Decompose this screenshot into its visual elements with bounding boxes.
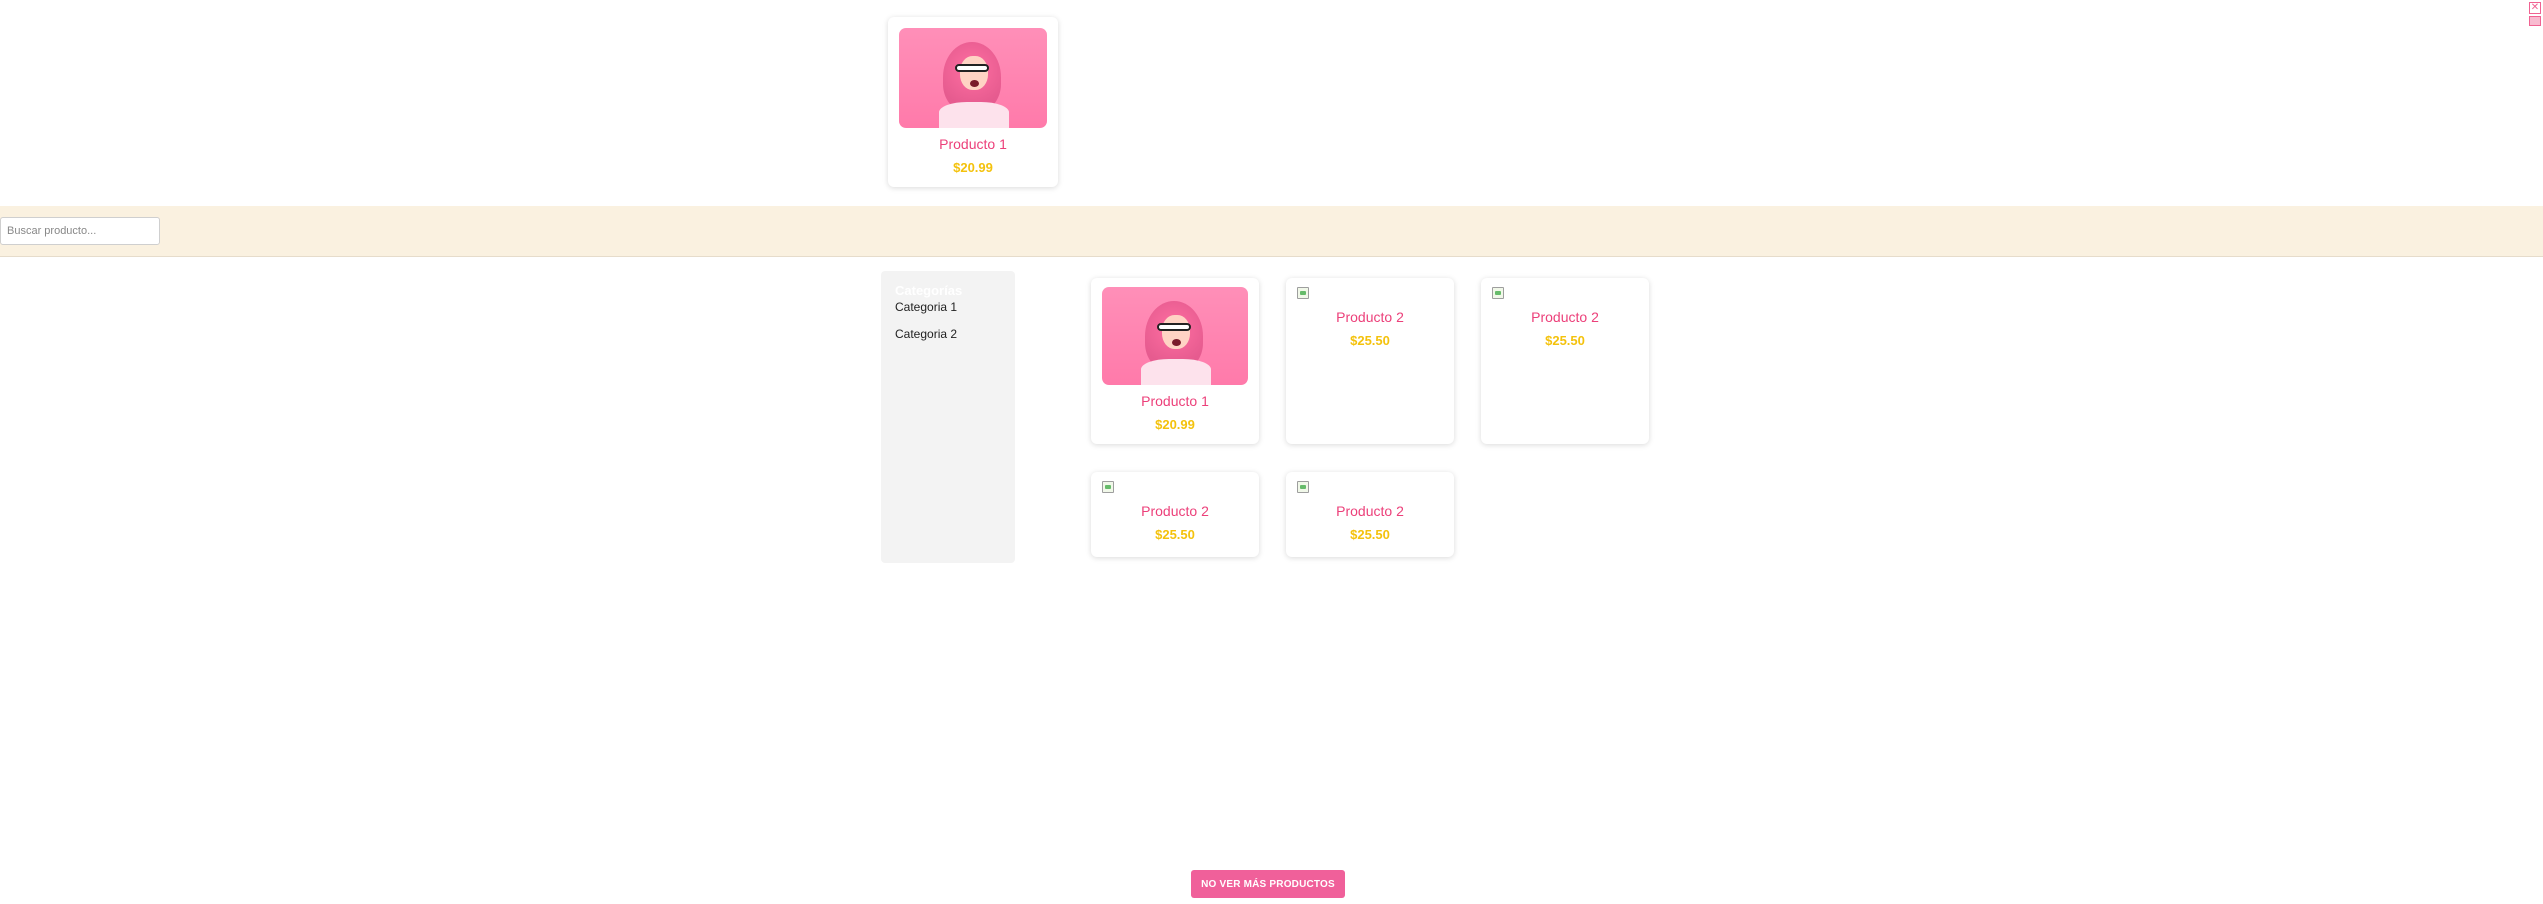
- badge-icon: [2529, 16, 2541, 26]
- product-price: $25.50: [1350, 527, 1390, 542]
- broken-image-icon: [1102, 481, 1114, 493]
- search-bar: [0, 206, 2543, 257]
- sidebar-item-categoria-2[interactable]: Categoria 2: [895, 327, 1001, 341]
- categories-sidebar: Categorías Categoria 1 Categoria 2: [881, 271, 1015, 563]
- sidebar-title: Categorías: [895, 283, 963, 298]
- broken-image-icon: [1297, 287, 1309, 299]
- product-card[interactable]: Producto 2 $25.50: [1091, 472, 1259, 557]
- product-name: Producto 2: [1336, 503, 1404, 519]
- sidebar-item-categoria-1[interactable]: Categoria 1: [895, 300, 1001, 314]
- featured-product-card[interactable]: Producto 1 $20.99: [888, 17, 1058, 187]
- corner-widget[interactable]: ✕: [2529, 2, 2541, 28]
- product-price: $25.50: [1350, 333, 1390, 348]
- product-price: $25.50: [1545, 333, 1585, 348]
- product-price: $25.50: [1155, 527, 1195, 542]
- broken-image-icon: [1492, 287, 1504, 299]
- product-price: $20.99: [1155, 417, 1195, 432]
- product-name: Producto 2: [1141, 503, 1209, 519]
- close-icon[interactable]: ✕: [2529, 2, 2541, 14]
- product-image: [1102, 287, 1248, 385]
- broken-image-icon: [1297, 481, 1309, 493]
- search-input[interactable]: [0, 217, 160, 245]
- load-more-button[interactable]: NO VER MÁS PRODUCTOS: [1191, 870, 1345, 898]
- product-card[interactable]: Producto 2 $25.50: [1286, 472, 1454, 557]
- product-card[interactable]: Producto 1 $20.99: [1091, 278, 1259, 444]
- product-name: Producto 1: [1141, 393, 1209, 409]
- product-name: Producto 1: [939, 136, 1007, 152]
- product-name: Producto 2: [1531, 309, 1599, 325]
- product-image: [899, 28, 1047, 128]
- product-card[interactable]: Producto 2 $25.50: [1286, 278, 1454, 444]
- product-card[interactable]: Producto 2 $25.50: [1481, 278, 1649, 444]
- product-price: $20.99: [953, 160, 993, 175]
- product-name: Producto 2: [1336, 309, 1404, 325]
